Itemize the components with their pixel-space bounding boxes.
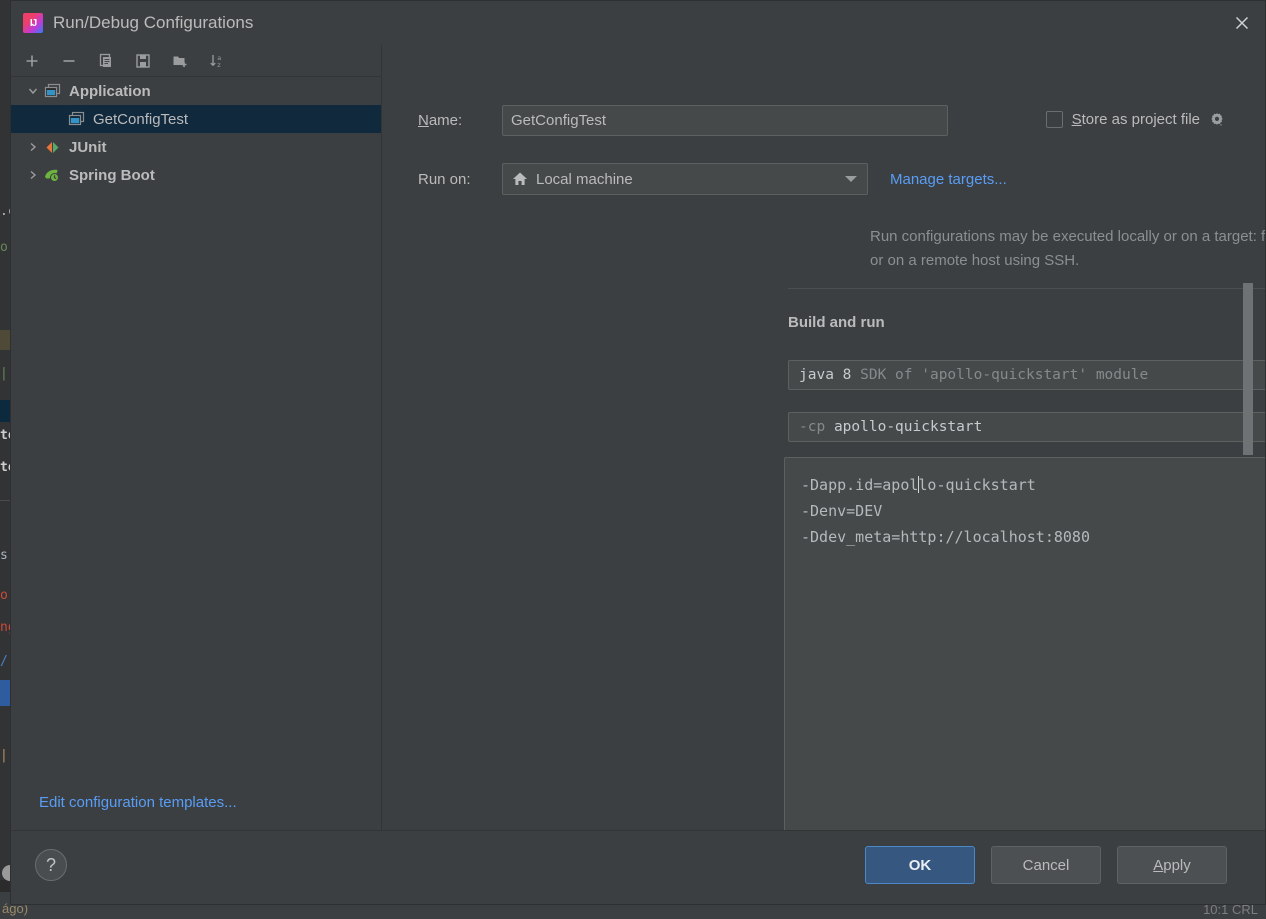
chevron-down-icon[interactable]: [23, 85, 43, 97]
dialog-title: Run/Debug Configurations: [53, 13, 254, 32]
tree-item-label: JUnit: [69, 138, 107, 156]
run-on-value: Local machine: [536, 170, 633, 188]
configurations-toolbar: a z: [11, 45, 381, 77]
junit-icon: [43, 138, 61, 156]
run-debug-configurations-dialog: Run/Debug Configurations: [10, 0, 1266, 905]
apply-button[interactable]: Apply: [1117, 846, 1227, 884]
gear-icon[interactable]: [1209, 112, 1225, 128]
classpath-sep: [825, 419, 834, 435]
spring-boot-icon: [43, 166, 61, 184]
plus-icon[interactable]: [19, 48, 45, 74]
jre-dim-text: [851, 367, 860, 383]
store-as-project-file-checkbox[interactable]: [1045, 111, 1063, 128]
tree-item-label: GetConfigTest: [93, 110, 189, 128]
tree-item-getconfigtest[interactable]: GetConfigTest: [11, 105, 381, 133]
intellij-idea-logo-icon: [23, 13, 43, 33]
copy-icon[interactable]: [93, 48, 119, 74]
vm-options-line-3: -Ddev_meta=http://localhost:8080: [801, 528, 1090, 546]
name-row: Name:: [418, 105, 948, 136]
chevron-right-icon[interactable]: [23, 141, 43, 153]
home-icon: [512, 171, 528, 187]
application-icon: [43, 82, 61, 100]
close-icon[interactable]: [1219, 1, 1265, 45]
build-and-run-section-title: Build and run: [788, 314, 885, 331]
vm-options-line-1-after-caret: lo-quickstart: [918, 476, 1036, 494]
dialog-footer: ? OK Cancel Apply: [11, 830, 1265, 904]
minus-icon[interactable]: [56, 48, 82, 74]
dialog-body: a z Application GetConfigTest JUnit Spri…: [11, 45, 1265, 830]
tree-item-label: Application: [69, 82, 151, 100]
tree-item-application[interactable]: Application: [11, 77, 381, 105]
tree-item-spring-boot[interactable]: Spring Boot: [11, 161, 381, 189]
run-on-label: Run on:: [418, 170, 471, 188]
jre-dropdown[interactable]: java 8 SDK of 'apollo-quickstart' module: [788, 360, 1265, 390]
classpath-flag-text: -cp: [799, 419, 826, 435]
run-on-dropdown[interactable]: Local machine: [502, 163, 868, 195]
save-icon[interactable]: [130, 48, 156, 74]
manage-targets-link[interactable]: Manage targets...: [890, 171, 1007, 188]
tree-item-junit[interactable]: JUnit: [11, 133, 381, 161]
classpath-module-dropdown[interactable]: -cp apollo-quickstart: [788, 412, 1265, 442]
name-input[interactable]: [502, 105, 948, 136]
run-on-row: Run on: Local machine Manage targets...: [418, 163, 1007, 195]
edit-configuration-templates-link[interactable]: Edit configuration templates...: [11, 774, 381, 830]
classpath-module-text: apollo-quickstart: [833, 419, 983, 435]
jre-module-text: SDK of 'apollo-quickstart' module: [860, 367, 1149, 383]
chevron-right-icon[interactable]: [23, 169, 43, 181]
jre-field-text: java 8 SDK of 'apollo-quickstart' module: [799, 367, 1265, 383]
dialog-action-buttons: OK Cancel Apply: [865, 846, 1227, 884]
content-vertical-scrollbar[interactable]: [1243, 283, 1253, 455]
configurations-sidebar: a z Application GetConfigTest JUnit Spri…: [11, 45, 382, 830]
caret-down-icon[interactable]: [845, 176, 857, 182]
configuration-content-panel: Name: Store as project file Run on:: [382, 45, 1265, 830]
name-label: Name:: [418, 112, 463, 129]
classpath-field-text: -cp apollo-quickstart: [799, 419, 1265, 435]
store-as-project-file-row: Store as project file: [1045, 111, 1225, 128]
jre-strong-text: java 8: [799, 367, 852, 383]
configurations-tree[interactable]: Application GetConfigTest JUnit Spring B…: [11, 77, 381, 774]
run-on-description: Run configurations may be executed local…: [870, 228, 1265, 269]
dialog-title-bar: Run/Debug Configurations: [11, 1, 1265, 45]
tree-item-label: Spring Boot: [69, 166, 155, 184]
vm-options-line-2: -Denv=DEV: [801, 502, 883, 520]
application-icon: [67, 110, 85, 128]
vm-options-textarea[interactable]: -Dapp.id=apollo-quickstart -Denv=DEV -Dd…: [784, 457, 1265, 830]
sort-alphabetically-icon[interactable]: a z: [204, 48, 230, 74]
cancel-button[interactable]: Cancel: [991, 846, 1101, 884]
vm-options-line-1-before-caret: -Dapp.id=apol: [801, 476, 919, 494]
ok-button[interactable]: OK: [865, 846, 975, 884]
section-divider: [788, 288, 1265, 289]
help-button[interactable]: ?: [35, 849, 67, 881]
new-folder-icon[interactable]: [167, 48, 193, 74]
svg-text:z: z: [217, 61, 221, 69]
store-as-project-file-label[interactable]: Store as project file: [1072, 111, 1200, 128]
